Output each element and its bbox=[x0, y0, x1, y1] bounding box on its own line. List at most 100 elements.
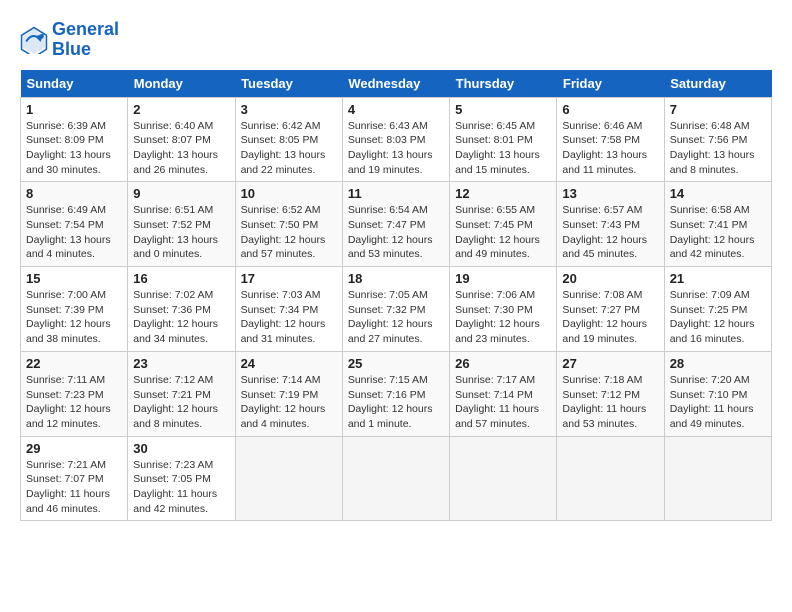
day-number: 8 bbox=[26, 186, 122, 201]
calendar-cell: 28 Sunrise: 7:20 AM Sunset: 7:10 PM Dayl… bbox=[664, 351, 771, 436]
day-number: 28 bbox=[670, 356, 766, 371]
day-number: 18 bbox=[348, 271, 444, 286]
day-info: Sunrise: 6:49 AM Sunset: 7:54 PM Dayligh… bbox=[26, 203, 122, 262]
calendar-cell: 12 Sunrise: 6:55 AM Sunset: 7:45 PM Dayl… bbox=[450, 182, 557, 267]
day-number: 2 bbox=[133, 102, 229, 117]
day-number: 7 bbox=[670, 102, 766, 117]
calendar-week-4: 22 Sunrise: 7:11 AM Sunset: 7:23 PM Dayl… bbox=[21, 351, 772, 436]
calendar-cell: 2 Sunrise: 6:40 AM Sunset: 8:07 PM Dayli… bbox=[128, 97, 235, 182]
calendar-cell: 9 Sunrise: 6:51 AM Sunset: 7:52 PM Dayli… bbox=[128, 182, 235, 267]
day-number: 26 bbox=[455, 356, 551, 371]
day-info: Sunrise: 7:17 AM Sunset: 7:14 PM Dayligh… bbox=[455, 373, 551, 432]
day-info: Sunrise: 7:08 AM Sunset: 7:27 PM Dayligh… bbox=[562, 288, 658, 347]
calendar-cell: 4 Sunrise: 6:43 AM Sunset: 8:03 PM Dayli… bbox=[342, 97, 449, 182]
weekday-header-saturday: Saturday bbox=[664, 70, 771, 98]
day-info: Sunrise: 6:46 AM Sunset: 7:58 PM Dayligh… bbox=[562, 119, 658, 178]
day-info: Sunrise: 7:21 AM Sunset: 7:07 PM Dayligh… bbox=[26, 458, 122, 517]
day-info: Sunrise: 7:20 AM Sunset: 7:10 PM Dayligh… bbox=[670, 373, 766, 432]
calendar-cell: 8 Sunrise: 6:49 AM Sunset: 7:54 PM Dayli… bbox=[21, 182, 128, 267]
day-info: Sunrise: 6:58 AM Sunset: 7:41 PM Dayligh… bbox=[670, 203, 766, 262]
calendar-cell: 18 Sunrise: 7:05 AM Sunset: 7:32 PM Dayl… bbox=[342, 267, 449, 352]
calendar-cell: 15 Sunrise: 7:00 AM Sunset: 7:39 PM Dayl… bbox=[21, 267, 128, 352]
calendar-cell bbox=[342, 436, 449, 521]
day-info: Sunrise: 7:03 AM Sunset: 7:34 PM Dayligh… bbox=[241, 288, 337, 347]
calendar-cell: 10 Sunrise: 6:52 AM Sunset: 7:50 PM Dayl… bbox=[235, 182, 342, 267]
day-number: 3 bbox=[241, 102, 337, 117]
calendar-table: SundayMondayTuesdayWednesdayThursdayFrid… bbox=[20, 70, 772, 522]
day-info: Sunrise: 6:42 AM Sunset: 8:05 PM Dayligh… bbox=[241, 119, 337, 178]
day-number: 9 bbox=[133, 186, 229, 201]
day-info: Sunrise: 6:55 AM Sunset: 7:45 PM Dayligh… bbox=[455, 203, 551, 262]
weekday-header-thursday: Thursday bbox=[450, 70, 557, 98]
day-number: 30 bbox=[133, 441, 229, 456]
calendar-cell: 1 Sunrise: 6:39 AM Sunset: 8:09 PM Dayli… bbox=[21, 97, 128, 182]
calendar-cell: 23 Sunrise: 7:12 AM Sunset: 7:21 PM Dayl… bbox=[128, 351, 235, 436]
day-number: 6 bbox=[562, 102, 658, 117]
day-info: Sunrise: 7:15 AM Sunset: 7:16 PM Dayligh… bbox=[348, 373, 444, 432]
calendar-cell: 22 Sunrise: 7:11 AM Sunset: 7:23 PM Dayl… bbox=[21, 351, 128, 436]
day-info: Sunrise: 7:05 AM Sunset: 7:32 PM Dayligh… bbox=[348, 288, 444, 347]
calendar-cell: 16 Sunrise: 7:02 AM Sunset: 7:36 PM Dayl… bbox=[128, 267, 235, 352]
day-number: 11 bbox=[348, 186, 444, 201]
day-number: 19 bbox=[455, 271, 551, 286]
day-number: 22 bbox=[26, 356, 122, 371]
day-number: 24 bbox=[241, 356, 337, 371]
day-info: Sunrise: 6:40 AM Sunset: 8:07 PM Dayligh… bbox=[133, 119, 229, 178]
day-info: Sunrise: 6:51 AM Sunset: 7:52 PM Dayligh… bbox=[133, 203, 229, 262]
day-info: Sunrise: 7:23 AM Sunset: 7:05 PM Dayligh… bbox=[133, 458, 229, 517]
calendar-week-5: 29 Sunrise: 7:21 AM Sunset: 7:07 PM Dayl… bbox=[21, 436, 772, 521]
day-number: 27 bbox=[562, 356, 658, 371]
day-number: 20 bbox=[562, 271, 658, 286]
logo-text-line2: Blue bbox=[52, 40, 119, 60]
weekday-header-friday: Friday bbox=[557, 70, 664, 98]
calendar-cell bbox=[450, 436, 557, 521]
calendar-cell: 17 Sunrise: 7:03 AM Sunset: 7:34 PM Dayl… bbox=[235, 267, 342, 352]
day-info: Sunrise: 6:48 AM Sunset: 7:56 PM Dayligh… bbox=[670, 119, 766, 178]
day-number: 21 bbox=[670, 271, 766, 286]
day-info: Sunrise: 7:09 AM Sunset: 7:25 PM Dayligh… bbox=[670, 288, 766, 347]
calendar-week-1: 1 Sunrise: 6:39 AM Sunset: 8:09 PM Dayli… bbox=[21, 97, 772, 182]
weekday-header-monday: Monday bbox=[128, 70, 235, 98]
day-info: Sunrise: 7:02 AM Sunset: 7:36 PM Dayligh… bbox=[133, 288, 229, 347]
calendar-cell: 11 Sunrise: 6:54 AM Sunset: 7:47 PM Dayl… bbox=[342, 182, 449, 267]
calendar-cell: 24 Sunrise: 7:14 AM Sunset: 7:19 PM Dayl… bbox=[235, 351, 342, 436]
calendar-cell: 5 Sunrise: 6:45 AM Sunset: 8:01 PM Dayli… bbox=[450, 97, 557, 182]
weekday-header-wednesday: Wednesday bbox=[342, 70, 449, 98]
calendar-week-3: 15 Sunrise: 7:00 AM Sunset: 7:39 PM Dayl… bbox=[21, 267, 772, 352]
day-info: Sunrise: 6:57 AM Sunset: 7:43 PM Dayligh… bbox=[562, 203, 658, 262]
calendar-cell: 3 Sunrise: 6:42 AM Sunset: 8:05 PM Dayli… bbox=[235, 97, 342, 182]
logo: General Blue bbox=[20, 20, 119, 60]
day-number: 1 bbox=[26, 102, 122, 117]
day-number: 13 bbox=[562, 186, 658, 201]
day-number: 15 bbox=[26, 271, 122, 286]
day-number: 5 bbox=[455, 102, 551, 117]
day-info: Sunrise: 7:06 AM Sunset: 7:30 PM Dayligh… bbox=[455, 288, 551, 347]
day-number: 14 bbox=[670, 186, 766, 201]
day-number: 12 bbox=[455, 186, 551, 201]
weekday-header-tuesday: Tuesday bbox=[235, 70, 342, 98]
calendar-header: SundayMondayTuesdayWednesdayThursdayFrid… bbox=[21, 70, 772, 98]
calendar-cell: 30 Sunrise: 7:23 AM Sunset: 7:05 PM Dayl… bbox=[128, 436, 235, 521]
calendar-cell bbox=[235, 436, 342, 521]
day-info: Sunrise: 6:54 AM Sunset: 7:47 PM Dayligh… bbox=[348, 203, 444, 262]
calendar-cell bbox=[664, 436, 771, 521]
calendar-cell: 19 Sunrise: 7:06 AM Sunset: 7:30 PM Dayl… bbox=[450, 267, 557, 352]
logo-text-line1: General bbox=[52, 20, 119, 40]
calendar-cell: 13 Sunrise: 6:57 AM Sunset: 7:43 PM Dayl… bbox=[557, 182, 664, 267]
calendar-cell: 14 Sunrise: 6:58 AM Sunset: 7:41 PM Dayl… bbox=[664, 182, 771, 267]
day-info: Sunrise: 6:52 AM Sunset: 7:50 PM Dayligh… bbox=[241, 203, 337, 262]
day-number: 25 bbox=[348, 356, 444, 371]
calendar-cell bbox=[557, 436, 664, 521]
day-info: Sunrise: 7:00 AM Sunset: 7:39 PM Dayligh… bbox=[26, 288, 122, 347]
calendar-cell: 6 Sunrise: 6:46 AM Sunset: 7:58 PM Dayli… bbox=[557, 97, 664, 182]
day-info: Sunrise: 7:14 AM Sunset: 7:19 PM Dayligh… bbox=[241, 373, 337, 432]
weekday-header-sunday: Sunday bbox=[21, 70, 128, 98]
day-number: 29 bbox=[26, 441, 122, 456]
day-number: 4 bbox=[348, 102, 444, 117]
day-number: 16 bbox=[133, 271, 229, 286]
day-info: Sunrise: 7:12 AM Sunset: 7:21 PM Dayligh… bbox=[133, 373, 229, 432]
day-number: 17 bbox=[241, 271, 337, 286]
day-number: 10 bbox=[241, 186, 337, 201]
calendar-cell: 26 Sunrise: 7:17 AM Sunset: 7:14 PM Dayl… bbox=[450, 351, 557, 436]
day-info: Sunrise: 6:45 AM Sunset: 8:01 PM Dayligh… bbox=[455, 119, 551, 178]
